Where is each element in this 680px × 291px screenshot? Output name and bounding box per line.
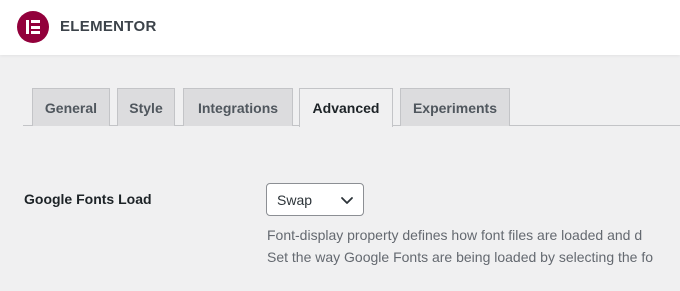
tab-general[interactable]: General xyxy=(32,88,110,126)
settings-tabs: General Style Integrations Advanced Expe… xyxy=(0,86,680,127)
header-bar: ELEMENTOR xyxy=(0,0,680,55)
elementor-logo-icon xyxy=(17,11,49,43)
google-fonts-load-description: Font-display property defines how font f… xyxy=(267,224,653,268)
tab-advanced[interactable]: Advanced xyxy=(299,88,393,127)
google-fonts-load-label: Google Fonts Load xyxy=(24,191,152,207)
google-fonts-load-select[interactable]: Swap xyxy=(266,183,364,216)
tab-experiments[interactable]: Experiments xyxy=(400,88,510,126)
tab-style[interactable]: Style xyxy=(117,88,175,126)
tab-integrations[interactable]: Integrations xyxy=(183,88,293,126)
brand-name: ELEMENTOR xyxy=(60,18,157,35)
select-value: Swap xyxy=(277,191,313,208)
description-line: Set the way Google Fonts are being loade… xyxy=(267,249,654,265)
chevron-down-icon xyxy=(341,197,353,204)
description-line: Font-display property defines how font f… xyxy=(267,227,643,243)
